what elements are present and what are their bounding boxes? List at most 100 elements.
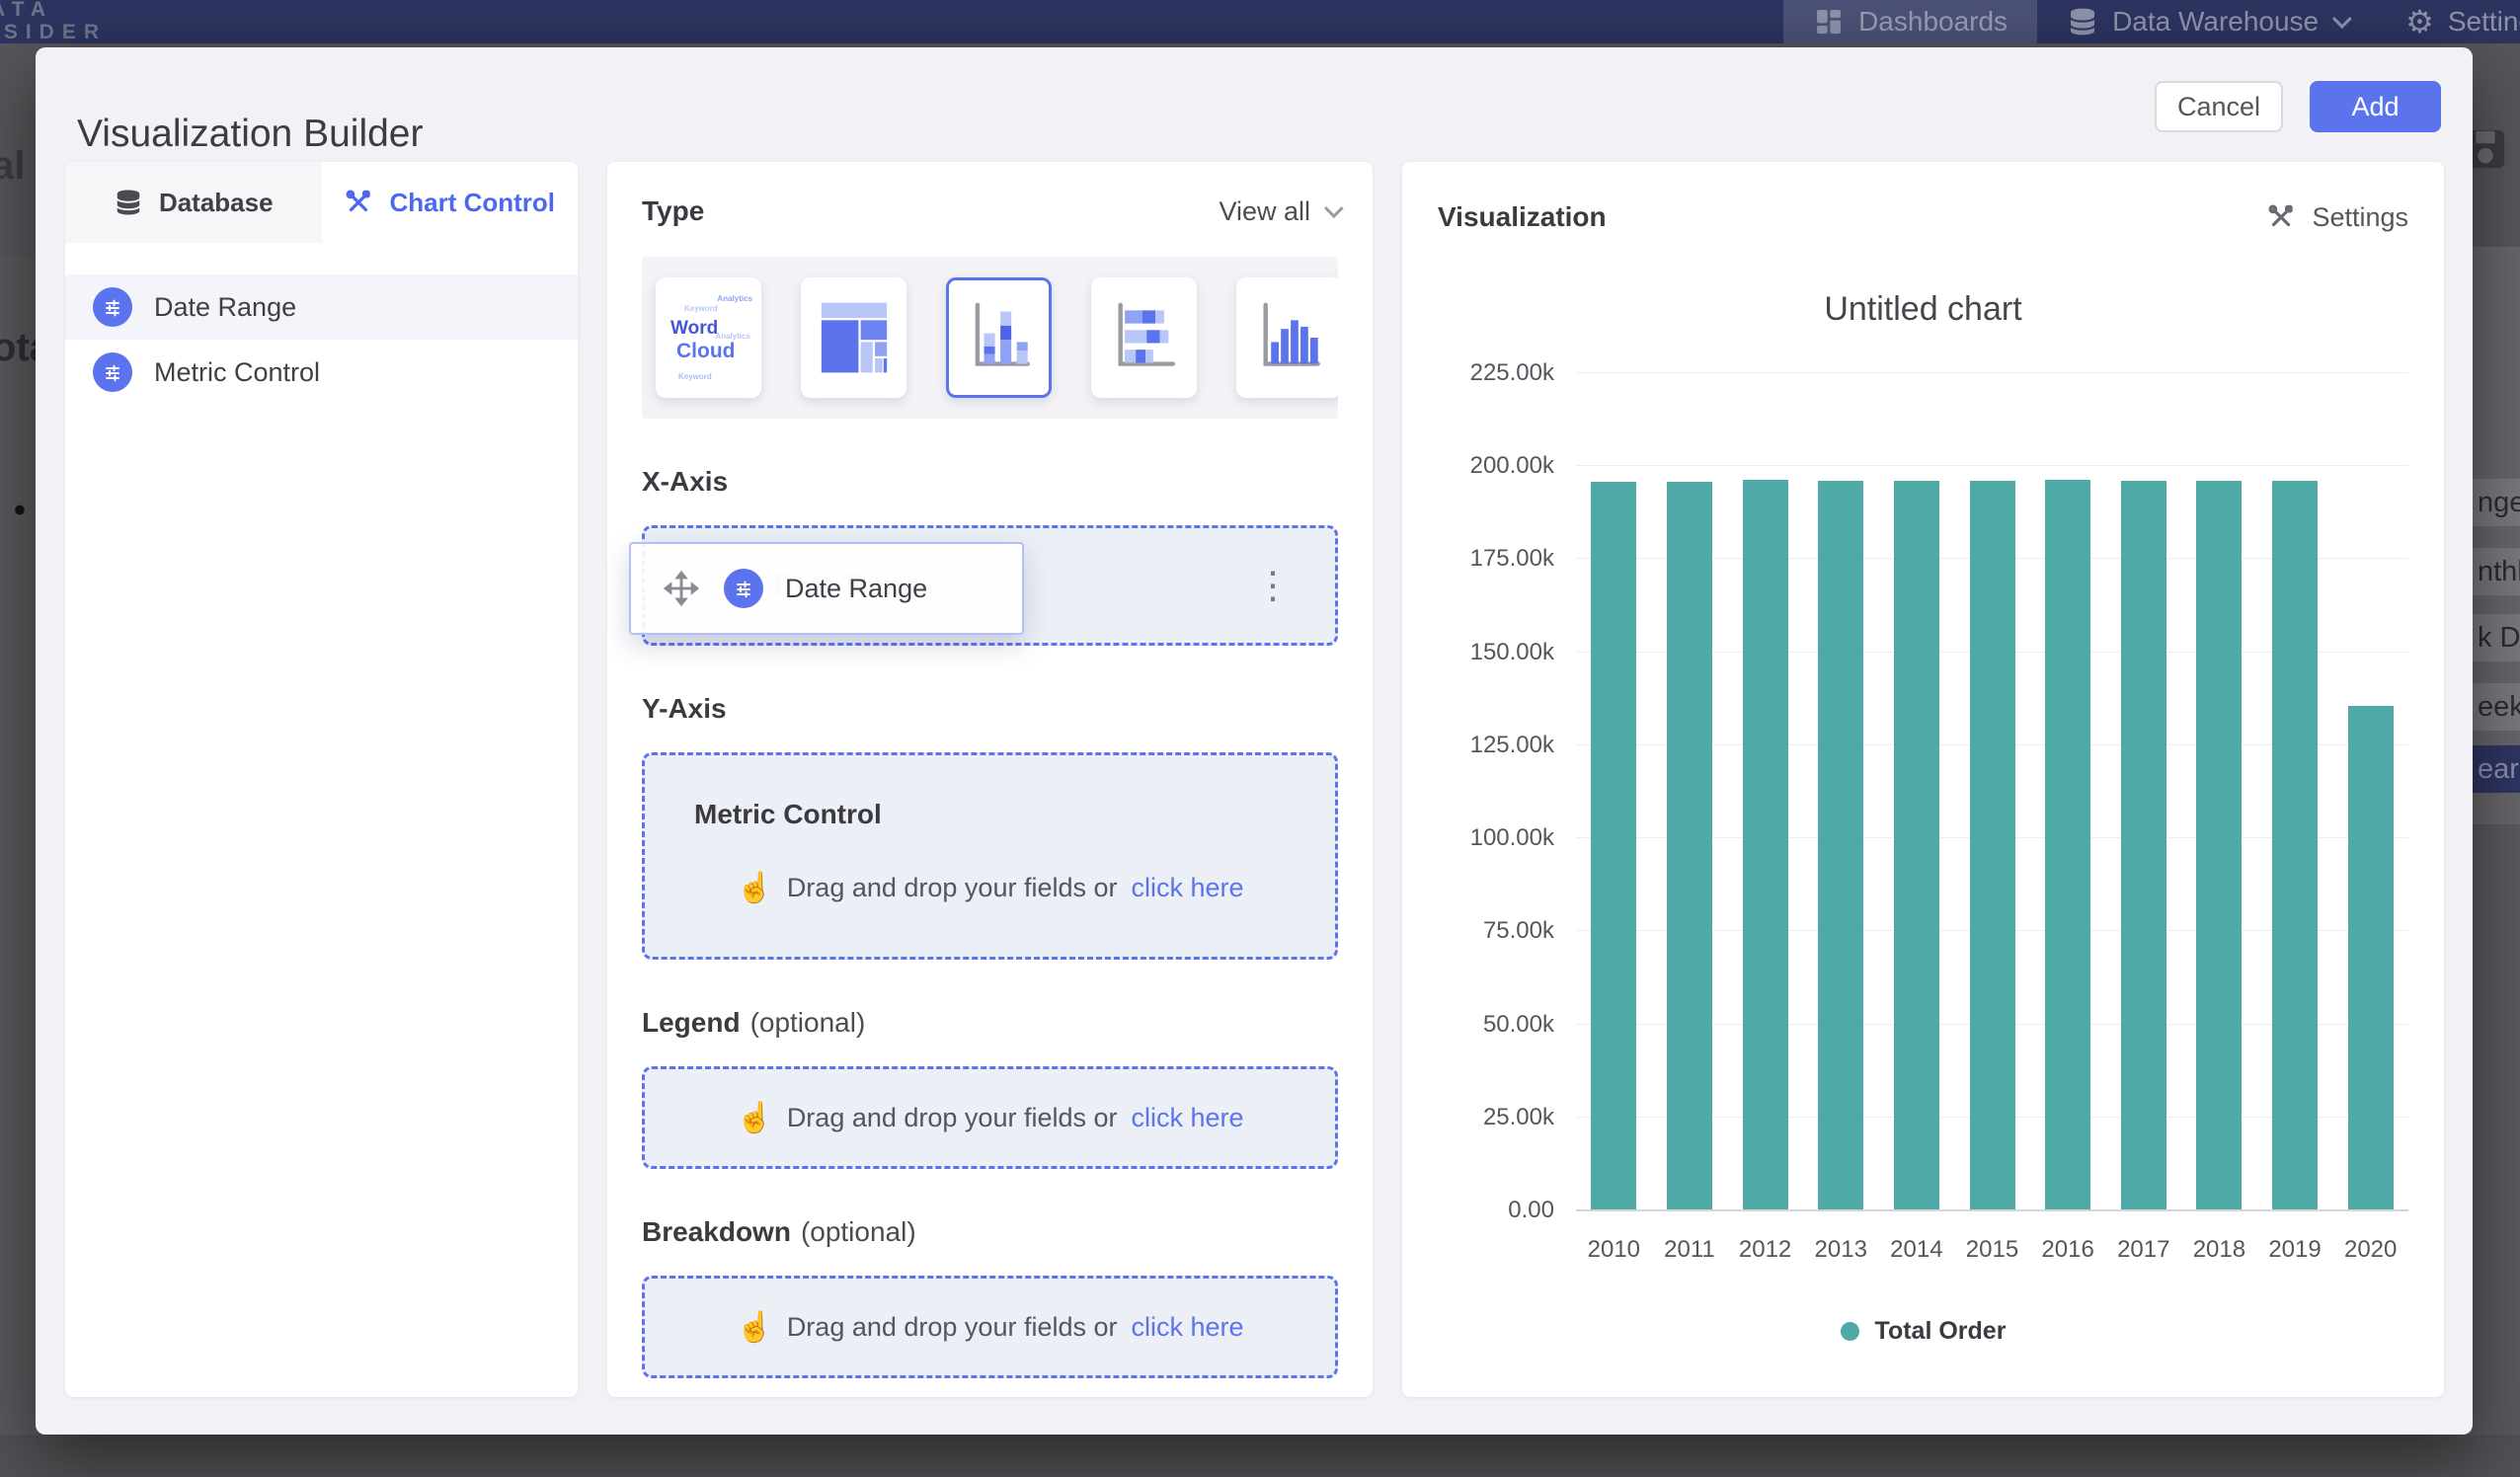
dashboards-icon bbox=[1813, 6, 1845, 38]
x-tick-label: 2010 bbox=[1588, 1236, 1640, 1264]
x-tick-label: 2020 bbox=[2344, 1236, 2397, 1264]
x-tick-label: 2019 bbox=[2268, 1236, 2321, 1264]
dimmed-page-band-bottom bbox=[0, 1435, 2520, 1477]
view-all-label: View all bbox=[1219, 196, 1310, 227]
tap-hand-icon: ☝ bbox=[736, 1101, 772, 1135]
tab-chart-control-label: Chart Control bbox=[389, 188, 555, 218]
click-here-link[interactable]: click here bbox=[1132, 1103, 1244, 1133]
background-bullet: • bbox=[14, 492, 26, 530]
cancel-button[interactable]: Cancel bbox=[2155, 81, 2283, 132]
breakdown-section-label: Breakdown (optional) bbox=[642, 1216, 1338, 1248]
builder-panel: Type View all Analytics Keyword Word Clo… bbox=[607, 162, 1373, 1397]
chart-title: Untitled chart bbox=[1402, 290, 2444, 329]
bar-2020 bbox=[2348, 706, 2394, 1209]
wordcloud-word: Word bbox=[670, 318, 718, 340]
optional-suffix: (optional) bbox=[801, 1216, 916, 1247]
click-here-link[interactable]: click here bbox=[1132, 1312, 1244, 1343]
bar-2013 bbox=[1818, 481, 1863, 1209]
chart-type-column[interactable] bbox=[1236, 277, 1338, 398]
tab-database[interactable]: Database bbox=[65, 162, 322, 243]
database-icon bbox=[114, 188, 143, 217]
chart: 225.00k200.00k175.00k150.00k125.00k100.0… bbox=[1438, 372, 2408, 1266]
wordcloud-word: Keyword bbox=[684, 304, 718, 313]
control-field-list: Date Range Metric Control bbox=[65, 274, 578, 405]
tab-database-label: Database bbox=[159, 188, 274, 218]
nav-data-warehouse[interactable]: Data Warehouse bbox=[2037, 0, 2376, 43]
tap-hand-icon: ☝ bbox=[736, 871, 772, 905]
chart-settings-button[interactable]: Settings bbox=[2266, 202, 2408, 233]
add-button[interactable]: Add bbox=[2310, 81, 2441, 132]
chart-type-word-cloud[interactable]: Analytics Keyword Word Cloud Keyword Ana… bbox=[656, 277, 761, 398]
y-tick-label: 25.00k bbox=[1483, 1104, 1554, 1131]
gear-icon: ⚙ bbox=[2405, 6, 2434, 38]
grid-line bbox=[1576, 372, 2408, 373]
optional-suffix: (optional) bbox=[750, 1007, 866, 1038]
bar-2010 bbox=[1591, 482, 1636, 1209]
view-all-dropdown[interactable]: View all bbox=[1219, 196, 1338, 227]
field-item-metric-control[interactable]: Metric Control bbox=[65, 340, 578, 405]
y-tick-label: 150.00k bbox=[1470, 639, 1554, 666]
kebab-menu-icon[interactable]: ⋮ bbox=[1254, 564, 1292, 608]
bar-2012 bbox=[1743, 480, 1788, 1209]
chart-legend: Total Order bbox=[1402, 1317, 2444, 1346]
wordcloud-word: Cloud bbox=[676, 340, 735, 363]
top-nav: Dashboards Data Warehouse ⚙ Settings bbox=[1783, 0, 2520, 43]
chart-type-treemap[interactable] bbox=[801, 277, 906, 398]
legend-dropzone[interactable]: ☝ Drag and drop your fields or click her… bbox=[642, 1066, 1338, 1169]
control-slider-icon bbox=[724, 569, 763, 608]
fields-panel: Database Chart Control bbox=[65, 162, 578, 1397]
background-dropdown-option-selected: ear bbox=[2471, 745, 2520, 793]
field-item-date-range[interactable]: Date Range bbox=[65, 274, 578, 340]
chart-plot bbox=[1576, 372, 2408, 1211]
chart-settings-label: Settings bbox=[2312, 202, 2408, 233]
breakdown-dropzone[interactable]: ☝ Drag and drop your fields or click her… bbox=[642, 1276, 1338, 1378]
tools-icon bbox=[344, 188, 373, 217]
background-text-fragment: al bbox=[0, 144, 25, 189]
x-tick-label: 2015 bbox=[1966, 1236, 2018, 1264]
chevron-down-icon bbox=[1324, 198, 1344, 218]
chart-type-strip: Analytics Keyword Word Cloud Keyword Ana… bbox=[642, 257, 1338, 419]
x-tick-label: 2016 bbox=[2041, 1236, 2093, 1264]
x-tick-label: 2013 bbox=[1815, 1236, 1867, 1264]
x-tick-label: 2017 bbox=[2117, 1236, 2169, 1264]
bar-2015 bbox=[1970, 481, 2015, 1209]
click-here-link[interactable]: click here bbox=[1132, 873, 1244, 903]
database-icon bbox=[2067, 6, 2098, 38]
x-axis-dropzone[interactable]: Date Range ⋮ bbox=[642, 525, 1338, 646]
chart-type-stacked-bar[interactable] bbox=[1091, 277, 1197, 398]
y-tick-label: 200.00k bbox=[1470, 452, 1554, 480]
bar-2016 bbox=[2045, 480, 2090, 1209]
y-axis-section-label: Y-Axis bbox=[642, 693, 1338, 725]
tap-hand-icon: ☝ bbox=[736, 1310, 772, 1345]
chart-x-axis: 2010201120122013201420152016201720182019… bbox=[1576, 1226, 2408, 1266]
tools-icon bbox=[2266, 202, 2296, 232]
nav-dashboards[interactable]: Dashboards bbox=[1783, 0, 2037, 43]
drop-hint-text: Drag and drop your fields or bbox=[787, 1312, 1118, 1343]
grid-line bbox=[1576, 465, 2408, 466]
chart-type-stacked-column[interactable] bbox=[946, 277, 1052, 398]
legend-section-label: Legend(optional) bbox=[642, 1007, 1338, 1039]
bar-2011 bbox=[1667, 482, 1712, 1209]
metric-control-placeholder-title: Metric Control bbox=[694, 799, 882, 830]
y-axis-dropzone[interactable]: Metric Control ☝ Drag and drop your fiel… bbox=[642, 752, 1338, 960]
breakdown-label-text: Breakdown bbox=[642, 1216, 791, 1247]
bar-2014 bbox=[1894, 481, 1939, 1209]
legend-series-label: Total Order bbox=[1875, 1317, 2007, 1346]
y-tick-label: 100.00k bbox=[1470, 824, 1554, 852]
app-logo: ATAISIDER bbox=[0, 0, 107, 43]
dragged-field-card[interactable]: Date Range bbox=[629, 542, 1024, 635]
drop-hint-text: Drag and drop your fields or bbox=[787, 1103, 1118, 1133]
x-tick-label: 2012 bbox=[1739, 1236, 1791, 1264]
bar-2019 bbox=[2272, 481, 2318, 1209]
nav-settings[interactable]: ⚙ Settings bbox=[2376, 0, 2520, 43]
control-slider-icon bbox=[93, 287, 132, 327]
background-dropdown-option: nthly bbox=[2471, 548, 2520, 595]
modal-body: Database Chart Control bbox=[65, 162, 2444, 1397]
background-dropdown-option: k Date bbox=[2471, 614, 2520, 661]
nav-data-warehouse-label: Data Warehouse bbox=[2112, 6, 2319, 38]
fields-tabs: Database Chart Control bbox=[65, 162, 578, 243]
dragged-field-label: Date Range bbox=[785, 574, 927, 604]
tab-chart-control[interactable]: Chart Control bbox=[322, 162, 579, 243]
legend-item-total-order[interactable]: Total Order bbox=[1841, 1317, 2007, 1346]
field-item-label: Date Range bbox=[154, 292, 296, 323]
